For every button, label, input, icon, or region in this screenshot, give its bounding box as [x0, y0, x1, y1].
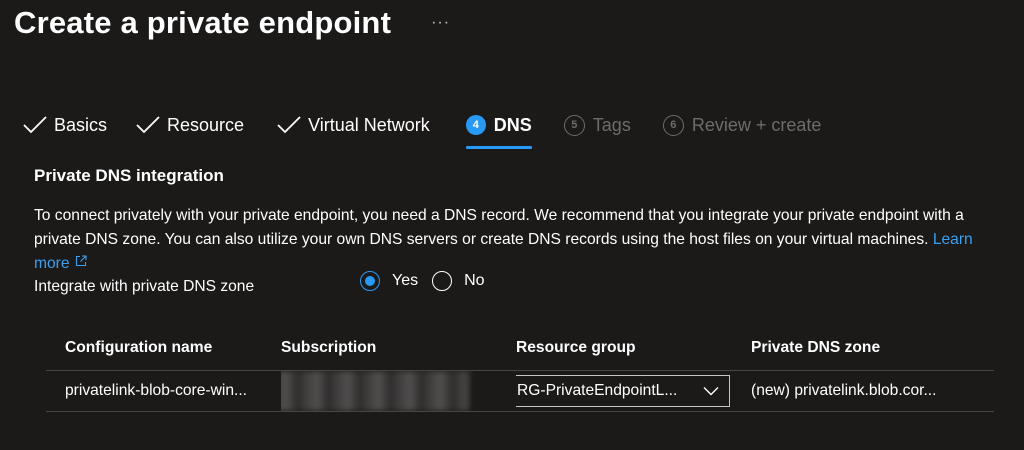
- subscription-cell: [281, 371, 516, 411]
- more-options-button[interactable]: ···: [427, 14, 454, 32]
- tab-label: Review + create: [691, 114, 822, 135]
- page-title: Create a private endpoint: [14, 5, 392, 40]
- column-header-configuration-name: Configuration name: [65, 339, 213, 356]
- page-header: Create a private endpoint ···: [14, 0, 454, 46]
- tab-tags[interactable]: 5 Tags: [563, 104, 631, 146]
- radio-dot: [365, 276, 375, 286]
- column-header-resource-group: Resource group: [516, 339, 636, 356]
- tab-dns[interactable]: 4 DNS: [465, 104, 532, 149]
- configuration-name-cell: privatelink-blob-core-win...: [65, 382, 247, 399]
- resource-group-cell: RG-PrivateEndpointL...: [516, 375, 751, 407]
- radio-circle: [360, 271, 380, 291]
- integrate-dns-label: Integrate with private DNS zone: [34, 278, 255, 295]
- tab-label: Resource: [167, 114, 245, 135]
- tab-virtual-network[interactable]: Virtual Network: [276, 104, 430, 146]
- external-link-icon: [75, 255, 87, 267]
- description-text: To connect privately with your private e…: [34, 207, 964, 248]
- column-header-subscription: Subscription: [281, 339, 377, 356]
- radio-yes[interactable]: Yes: [360, 271, 418, 291]
- wizard-tabs: Basics Resource Virtual Network 4 DNS 5 …: [22, 104, 822, 149]
- table-row: privatelink-blob-core-win... RG-PrivateE…: [46, 371, 994, 412]
- checkmark-icon: [277, 116, 301, 134]
- tab-basics[interactable]: Basics: [22, 104, 107, 146]
- checkmark-icon: [136, 116, 160, 134]
- tab-label: Tags: [592, 114, 631, 135]
- radio-label: No: [464, 272, 485, 289]
- tab-review-create[interactable]: 6 Review + create: [662, 104, 822, 146]
- step-number-badge: 5: [563, 114, 585, 136]
- resource-group-dropdown[interactable]: RG-PrivateEndpointL...: [516, 375, 730, 407]
- tab-label: DNS: [493, 114, 532, 135]
- tab-label: Basics: [54, 114, 108, 135]
- radio-circle: [432, 271, 453, 291]
- step-number-badge: 4: [465, 115, 486, 135]
- dns-configuration-table: Configuration name Subscription Resource…: [46, 326, 994, 412]
- chevron-down-icon: [703, 387, 719, 396]
- dns-description: To connect privately with your private e…: [34, 204, 994, 276]
- redacted-subscription: [281, 371, 469, 411]
- table-header: Configuration name Subscription Resource…: [46, 326, 994, 371]
- integrate-dns-radio-group: Yes No: [360, 271, 499, 291]
- radio-no[interactable]: No: [432, 271, 485, 291]
- step-number-badge: 6: [662, 114, 684, 136]
- radio-label: Yes: [392, 272, 419, 289]
- tab-label: Virtual Network: [308, 114, 430, 135]
- column-header-private-dns-zone: Private DNS zone: [751, 339, 881, 356]
- section-title: Private DNS integration: [34, 166, 224, 185]
- private-dns-zone-cell: (new) privatelink.blob.cor...: [751, 382, 937, 399]
- checkmark-icon: [23, 116, 47, 134]
- tab-resource[interactable]: Resource: [135, 104, 244, 146]
- resource-group-value: RG-PrivateEndpointL...: [517, 382, 678, 399]
